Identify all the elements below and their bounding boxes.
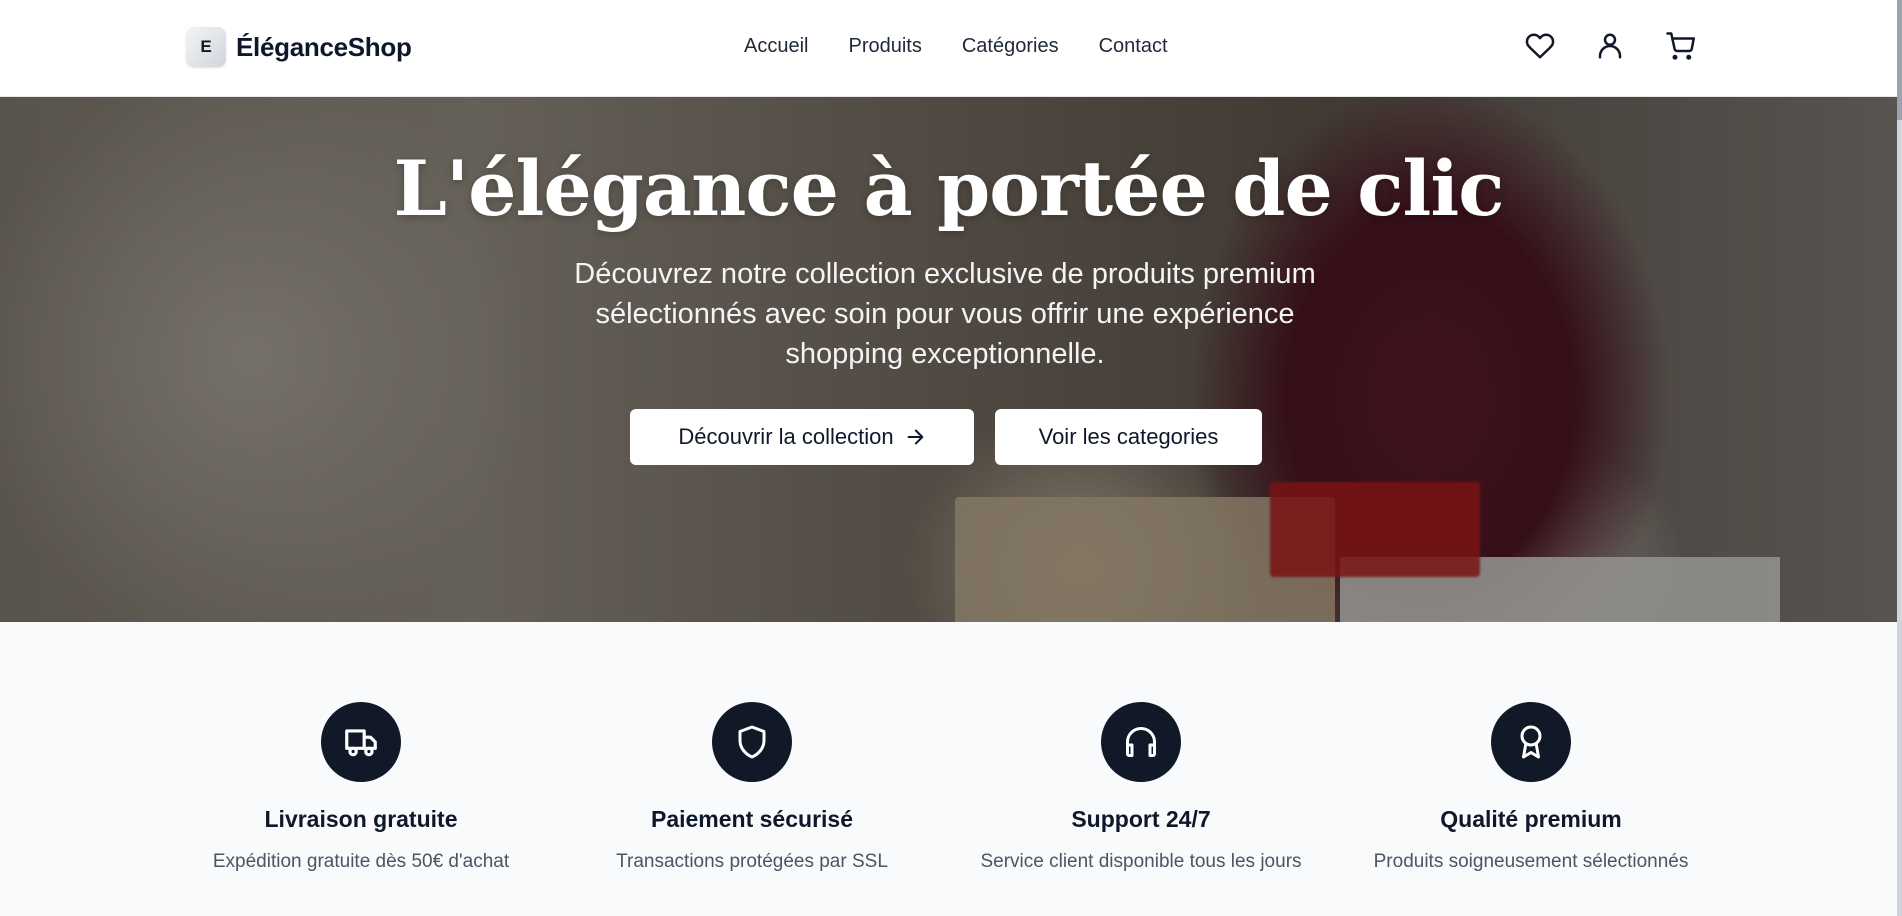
truck-icon [345, 729, 377, 757]
hero-buttons: Découvrir la collection Voir les categor… [630, 409, 1262, 465]
feature-item: Qualité premium Produits soigneusement s… [1361, 702, 1701, 876]
account-button[interactable] [1592, 28, 1628, 64]
nav-link-produits[interactable]: Produits [848, 35, 921, 58]
feature-description: Service client disponible tous les jours [980, 851, 1302, 872]
hero-banner: L'élégance à portée de clic Découvrez no… [0, 97, 1897, 622]
feature-title: Support 24/7 [1071, 806, 1211, 832]
feature-title: Livraison gratuite [264, 806, 458, 832]
site-header: E ÉléganceShop Accueil Produits Catégori… [0, 0, 1897, 97]
feature-title: Paiement sécurisé [650, 806, 853, 832]
feature-icon-badge [1491, 702, 1571, 782]
feature-title: Qualité premium [1440, 806, 1622, 832]
nav-link-categories[interactable]: Catégories [962, 35, 1059, 58]
feature-description: Produits soigneusement sélectionnés [1373, 851, 1689, 872]
feature-item: Paiement sécurisé Transactions protégées… [582, 702, 922, 876]
headphones-icon [1126, 727, 1156, 757]
award-icon [1520, 725, 1542, 759]
page: E ÉléganceShop Accueil Produits Catégori… [0, 0, 1902, 916]
discover-collection-label: Découvrir la collection [678, 424, 894, 449]
feature-icon-badge [321, 702, 401, 782]
view-categories-button[interactable]: Voir les categories [995, 409, 1262, 465]
scrollbar-thumb[interactable] [1897, 0, 1902, 120]
nav-link-accueil[interactable]: Accueil [744, 35, 808, 58]
user-icon [1598, 33, 1622, 59]
features-section: Livraison gratuite Expédition gratuite d… [0, 622, 1897, 916]
hero-subtitle: Découvrez notre collection exclusive de … [574, 258, 1316, 370]
logo-badge: E [186, 27, 226, 67]
cart-button[interactable] [1662, 28, 1698, 64]
feature-description: Transactions protégées par SSL [616, 851, 888, 872]
logo[interactable]: E ÉléganceShop [186, 27, 412, 67]
wishlist-button[interactable] [1522, 28, 1558, 64]
nav-link-contact[interactable]: Contact [1099, 35, 1168, 58]
arrow-right-icon [907, 429, 923, 445]
main-nav: Accueil Produits Catégories Contact [744, 35, 1168, 58]
feature-icon-badge [1101, 702, 1181, 782]
feature-description: Expédition gratuite dès 50€ d'achat [212, 851, 510, 872]
view-categories-label: Voir les categories [1038, 424, 1219, 449]
cart-icon [1666, 32, 1695, 60]
shield-icon [738, 725, 766, 759]
discover-collection-button[interactable]: Découvrir la collection [630, 409, 974, 465]
feature-icon-badge [712, 702, 792, 782]
header-actions [1522, 28, 1698, 64]
hero-content: L'élégance à portée de clic Découvrez no… [0, 97, 1897, 622]
page-scrollbar[interactable] [1897, 0, 1902, 916]
feature-item: Support 24/7 Service client disponible t… [971, 702, 1311, 876]
hero-title: L'élégance à portée de clic [393, 144, 1504, 233]
feature-item: Livraison gratuite Expédition gratuite d… [191, 702, 531, 876]
logo-text: ÉléganceShop [236, 31, 412, 62]
heart-icon [1525, 33, 1555, 59]
